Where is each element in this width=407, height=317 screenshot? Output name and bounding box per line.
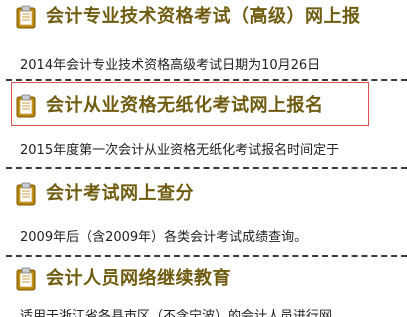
clipboard-icon <box>16 267 36 291</box>
dashed-divider <box>6 167 407 169</box>
news-item-description: 2009年后（含2009年）各类会计考试成绩查询。 <box>20 230 308 245</box>
news-item-title-link[interactable]: 会计从业资格无纸化考试网上报名 <box>46 91 324 121</box>
news-list: 会计专业技术资格考试（高级）网上报 2014年会计专业技术资格高级考试日期为10… <box>0 0 407 317</box>
news-item-title-row[interactable]: 会计考试网上查分 <box>16 179 194 209</box>
news-item-title-link[interactable]: 会计专业技术资格考试（高级）网上报 <box>46 2 361 32</box>
news-item-title-link[interactable]: 会计人员网络继续教育 <box>46 264 231 294</box>
news-item-description: 2015年度第一次会计从业资格无纸化考试报名时间定于 <box>20 143 340 158</box>
news-item-description: 适用于浙江省各县市区（不含宁波）的会计人员进行网 <box>20 309 333 317</box>
dashed-divider <box>6 255 407 257</box>
news-item-title-row[interactable]: 会计人员网络继续教育 <box>16 264 231 294</box>
news-item-title-row[interactable]: 会计从业资格无纸化考试网上报名 <box>16 91 324 121</box>
clipboard-icon <box>16 5 36 29</box>
news-item-description: 2014年会计专业技术资格高级考试日期为10月26日 <box>20 58 321 73</box>
news-item-title-row[interactable]: 会计专业技术资格考试（高级）网上报 <box>16 2 361 32</box>
dashed-divider <box>6 79 407 81</box>
clipboard-icon <box>16 94 36 118</box>
news-item-title-link[interactable]: 会计考试网上查分 <box>46 179 194 209</box>
clipboard-icon <box>16 182 36 206</box>
